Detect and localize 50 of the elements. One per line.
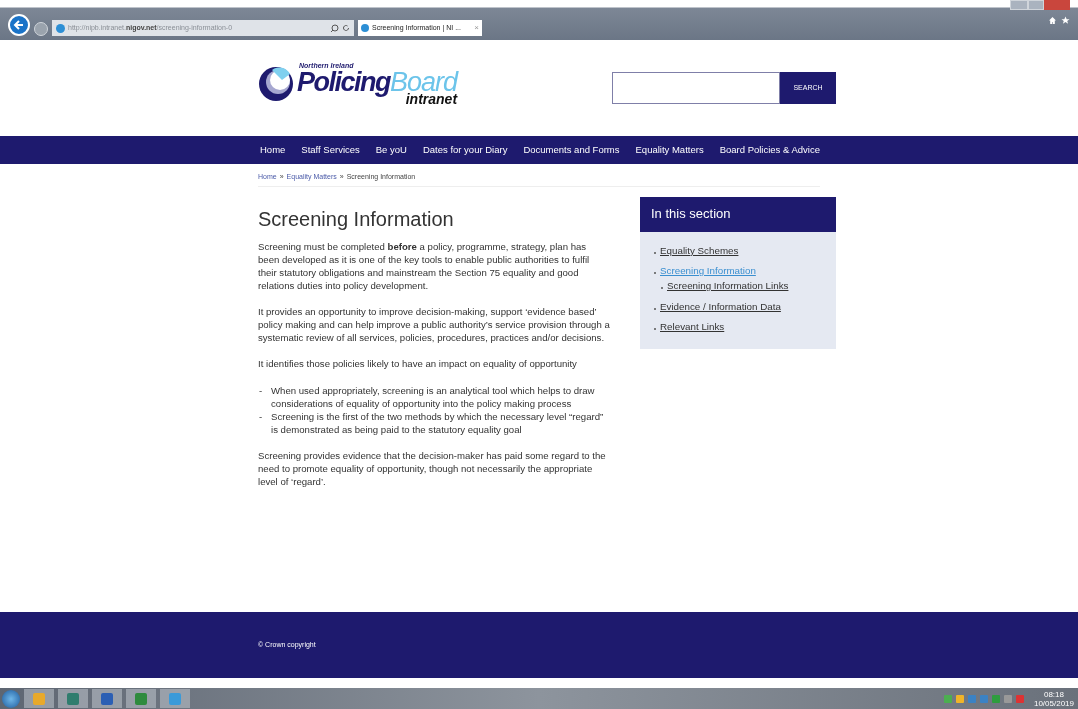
sidebar-link[interactable]: Equality Schemes [660,243,739,259]
people-app-icon [67,692,79,705]
taskbar-app-button[interactable] [92,689,122,708]
browser-app-icon [169,692,181,705]
home-icon[interactable] [1048,16,1057,25]
body-paragraph: It identifies those policies likely to have an impact on equality of opportunity [258,356,578,370]
list-item-text: When used appropriately, screening is an analytical tool which helps to draw considerations of equality of opportunity into the policy making process [271,383,596,410]
list-marker: - [258,383,263,398]
nav-link[interactable]: Documents and Forms [523,142,620,158]
logo-emblem-icon [258,66,294,102]
spreadsheet-app-icon [135,692,147,705]
back-button[interactable] [8,14,30,36]
search-field[interactable] [612,72,780,104]
globe-icon [361,24,369,32]
refresh-icon [342,24,350,32]
mail-app-icon [33,692,45,705]
forward-button[interactable] [34,22,48,36]
clock-time: 08:18 [1043,689,1064,699]
nav-link[interactable]: Dates for your Diary [422,142,508,158]
clock-date: 10/05/2019 [1033,698,1074,708]
sidebar-link[interactable]: Relevant Links [660,320,725,335]
page-heading: Screening Information [258,206,455,231]
sidebar-link[interactable]: Evidence / Information Data [660,299,781,315]
list-item-text: Screening is the first of the two methods by which the necessary level “regard” is demonstrated as being paid to the statutory equality goal [271,409,605,436]
maximize-button[interactable] [1028,0,1044,10]
body-paragraph: Screening must be completed before a policy, programme, strategy, plan has been developed as it is one of the key tools to enable public authorities to fulfil their statutory obligations and mainstream the Section 75 equality and good relations duties into policy development. [258,239,591,292]
sidebar-link[interactable]: Screening Information Links [667,278,789,294]
taskbar-app-button[interactable] [24,689,54,708]
nav-link[interactable]: Be yoU [375,142,407,158]
nav-link[interactable]: Equality Matters [635,142,704,158]
document-app-icon [101,692,113,705]
start-button[interactable] [2,689,20,708]
taskbar-app-button[interactable] [58,689,88,708]
nav-link[interactable]: Board Policies & Advice [719,142,820,158]
taskbar-app-button[interactable] [160,689,190,708]
taskbar-app-button[interactable] [126,689,156,708]
body-paragraph: It provides an opportunity to improve decision-making, support ‘evidence based’ policy making and can help improve a public authority’s service provision through a systematic review of all services, policies, procedures, practices and/or decisions. [258,304,610,344]
globe-icon [56,23,65,33]
logo-text: Policing [297,69,390,96]
back-arrow-icon [13,19,25,31]
logo-subtitle: intranet [405,92,458,106]
close-button[interactable] [1044,0,1070,10]
search-icon [330,23,339,33]
favorites-star-icon[interactable] [1061,16,1070,25]
minimize-button[interactable] [1010,0,1028,10]
body-paragraph: Screening provides evidence that the decision-maker has paid some regard to the need to promote equality of opportunity, though not necessarily the appropriate level of ‘regard’. [258,448,607,488]
list-marker: - [258,409,263,424]
sidebar-heading: In this section [640,196,836,232]
nav-link[interactable]: Staff Services [301,142,360,158]
nav-link[interactable]: Home [260,142,286,158]
